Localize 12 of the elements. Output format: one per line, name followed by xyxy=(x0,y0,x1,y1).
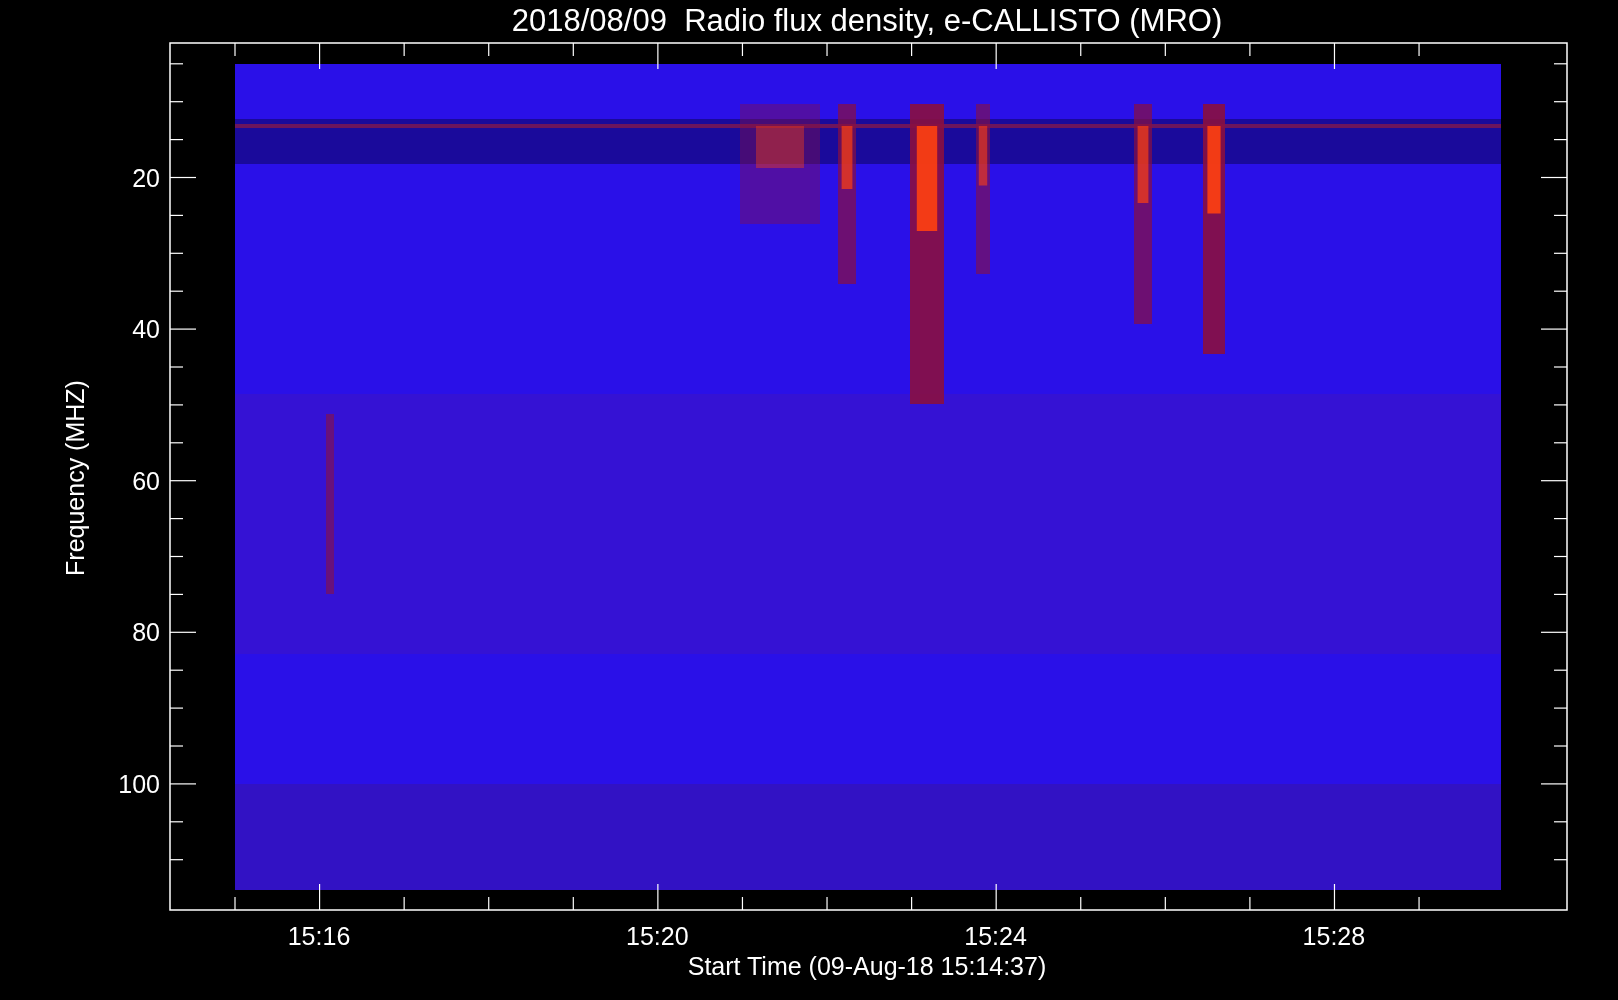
x-tick-label: 15:24 xyxy=(964,922,1027,950)
chart-title: 2018/08/09 Radio flux density, e-CALLISTO (MRO) xyxy=(511,3,1223,38)
x-tick-label: 15:20 xyxy=(626,922,689,950)
y-tick-label: 40 xyxy=(132,315,160,344)
x-tick-label: 15:28 xyxy=(1302,922,1366,950)
y-tick-label: 60 xyxy=(132,466,160,495)
y-tick-label: 20 xyxy=(132,163,160,192)
y-tick-label: 80 xyxy=(132,618,160,647)
y-tick-label: 100 xyxy=(118,769,160,798)
x-tick-label: 15:16 xyxy=(287,922,351,950)
x-axis-label: Start Time (09-Aug-18 15:14:37) xyxy=(687,952,1047,980)
y-axis-label: Frequency (MHZ) xyxy=(61,380,89,576)
